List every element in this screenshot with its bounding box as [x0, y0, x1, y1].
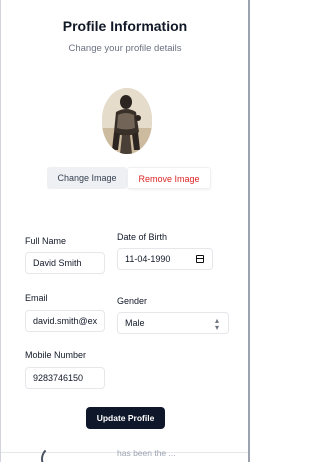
dob-label: Date of Birth — [117, 232, 168, 242]
page-subtitle: Change your profile details — [68, 43, 182, 54]
dob-value: 11-04-1990 — [125, 254, 171, 264]
photo-actions: Change Image Remove Image — [47, 167, 211, 189]
email-value: david.smith@ex — [33, 316, 98, 326]
avatar — [102, 88, 152, 154]
full-name-value: David Smith — [33, 258, 82, 268]
mobile-input[interactable]: 9283746150 — [25, 367, 105, 389]
full-name-label: Full Name — [25, 236, 67, 246]
calendar-icon[interactable] — [196, 255, 204, 263]
background-text: has been the ... — [117, 448, 176, 458]
mobile-label: Mobile Number — [25, 350, 87, 360]
profile-photo-icon — [102, 88, 152, 154]
email-label: Email — [25, 293, 48, 303]
email-input[interactable]: david.smith@ex — [25, 310, 105, 332]
gender-select[interactable]: Male ▴ ▾ — [117, 312, 229, 334]
remove-image-button[interactable]: Remove Image — [127, 167, 211, 189]
update-profile-button[interactable]: Update Profile — [86, 407, 165, 429]
page-title: Profile Information — [62, 18, 188, 34]
profile-card: Profile Information Change your profile … — [1, 0, 248, 450]
gender-value: Male — [125, 318, 145, 328]
full-name-input[interactable]: David Smith — [25, 252, 105, 274]
gender-label: Gender — [117, 296, 148, 306]
mobile-value: 9283746150 — [33, 373, 84, 383]
dob-input[interactable]: 11-04-1990 — [117, 248, 213, 270]
page-frame: Profile Information Change your profile … — [0, 0, 250, 462]
select-chevron-icon: ▴ ▾ — [214, 316, 219, 332]
change-image-button[interactable]: Change Image — [47, 167, 127, 189]
